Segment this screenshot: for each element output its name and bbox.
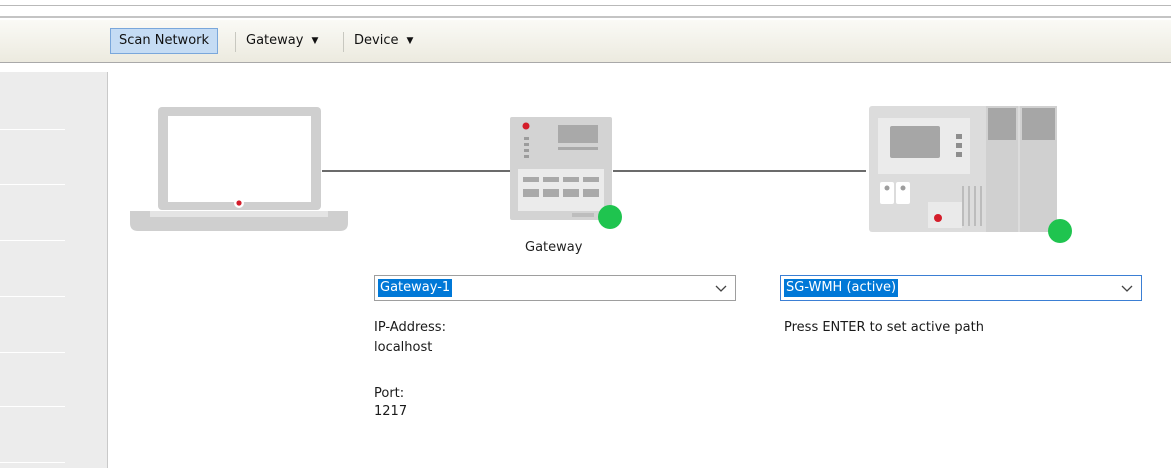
connection-line <box>322 170 512 172</box>
top-border <box>0 5 1171 6</box>
port-label: Port: <box>374 386 405 401</box>
sidebar-divider <box>0 240 65 241</box>
gateway-select[interactable]: Gateway-1 <box>374 275 736 301</box>
scan-network-button[interactable]: Scan Network <box>110 28 219 54</box>
caret-down-icon: ▼ <box>406 36 414 46</box>
sidebar-divider <box>0 406 65 407</box>
device-menu-label: Device <box>354 33 399 48</box>
gateway-label: Gateway <box>525 240 583 255</box>
sidebar-divider <box>0 184 65 185</box>
ip-address-value: localhost <box>374 340 433 355</box>
laptop-icon[interactable] <box>128 107 350 235</box>
port-value: 1217 <box>374 404 408 419</box>
connection-line <box>613 170 866 172</box>
sidebar-divider <box>0 462 65 463</box>
device-icon[interactable] <box>864 106 1074 244</box>
device-menu-button[interactable]: Device ▼ <box>346 28 421 54</box>
toolbar: Scan Network Gateway ▼ Device ▼ <box>0 20 1171 63</box>
toolbar-separator <box>343 32 344 52</box>
gateway-device-icon[interactable] <box>510 117 626 229</box>
gateway-menu-label: Gateway <box>246 33 304 48</box>
toolbar-separator <box>235 32 236 52</box>
chevron-down-icon <box>715 285 727 292</box>
device-select[interactable]: SG-WMH (active) <box>780 275 1142 301</box>
active-path-hint: Press ENTER to set active path <box>784 320 984 335</box>
top-border-double <box>0 16 1171 18</box>
sidebar-divider <box>0 129 65 130</box>
chevron-down-icon <box>1121 285 1133 292</box>
sidebar <box>0 72 108 468</box>
sidebar-divider <box>0 296 65 297</box>
gateway-select-value: Gateway-1 <box>378 279 453 297</box>
gateway-menu-button[interactable]: Gateway ▼ <box>238 28 326 54</box>
ip-address-label: IP-Address: <box>374 320 446 335</box>
device-select-value: SG-WMH (active) <box>784 279 899 297</box>
sidebar-divider <box>0 352 65 353</box>
caret-down-icon: ▼ <box>311 36 319 46</box>
scan-network-label: Scan Network <box>119 33 210 48</box>
